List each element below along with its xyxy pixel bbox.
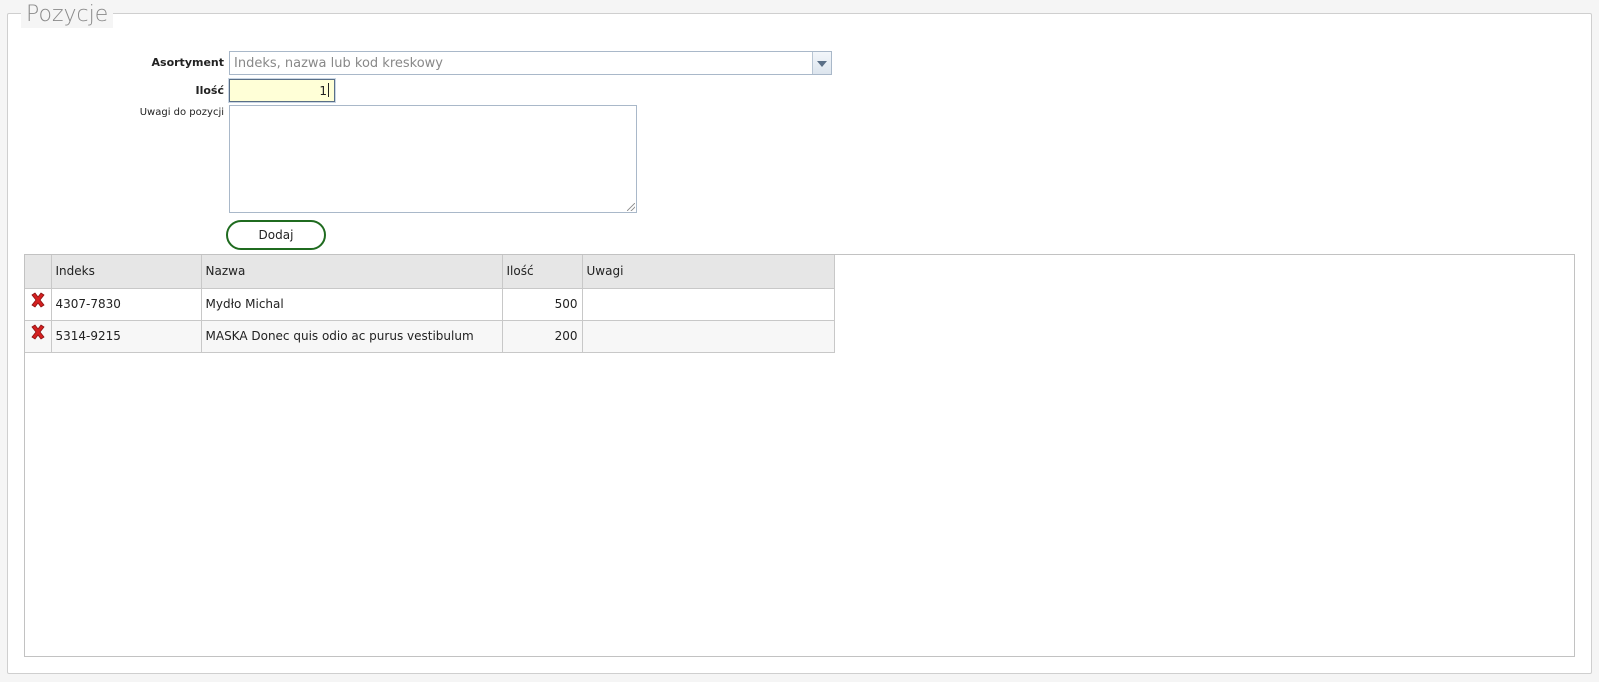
product-input[interactable]: Indeks, nazwa lub kod kreskowy [234,56,443,71]
product-combobox[interactable]: Indeks, nazwa lub kod kreskowy [229,51,832,75]
cell-qty: 500 [502,288,583,321]
quantity-label: Ilość [195,84,225,97]
positions-grid: Indeks Nazwa Ilość Uwagi 4307-7830 Mydło… [24,254,1575,657]
column-header-index[interactable]: Indeks [51,255,202,289]
x-delete-icon[interactable] [29,323,47,341]
chevron-down-icon[interactable] [812,52,831,74]
cell-notes [582,320,835,353]
table-row[interactable]: 5314-9215 MASKA Donec quis odio ac purus… [25,320,835,353]
quantity-input[interactable]: 1 [229,79,335,102]
notes-label: Uwagi do pozycji [139,107,224,118]
add-button[interactable]: Dodaj [226,220,326,250]
cell-notes [582,288,835,321]
quantity-value: 1 [319,84,327,98]
table-row[interactable]: 4307-7830 Mydło Michal 500 [25,288,835,321]
column-header-delete [25,255,52,289]
section-title: Pozycje [21,2,114,28]
cell-index: 5314-9215 [51,320,202,353]
cell-name: MASKA Donec quis odio ac purus vestibulu… [201,320,503,353]
column-header-name[interactable]: Nazwa [201,255,503,289]
product-label: Asortyment [151,56,224,69]
delete-cell[interactable] [25,288,52,321]
notes-textarea[interactable] [229,105,637,213]
resize-grip-icon[interactable] [627,203,635,211]
positions-table: Indeks Nazwa Ilość Uwagi 4307-7830 Mydło… [25,255,835,353]
x-delete-icon[interactable] [29,291,47,309]
cell-name: Mydło Michal [201,288,503,321]
cell-index: 4307-7830 [51,288,202,321]
cell-qty: 200 [502,320,583,353]
column-header-notes[interactable]: Uwagi [582,255,835,289]
delete-cell[interactable] [25,320,52,353]
column-header-qty[interactable]: Ilość [502,255,583,289]
table-header-row: Indeks Nazwa Ilość Uwagi [25,255,835,289]
text-caret [328,83,329,97]
